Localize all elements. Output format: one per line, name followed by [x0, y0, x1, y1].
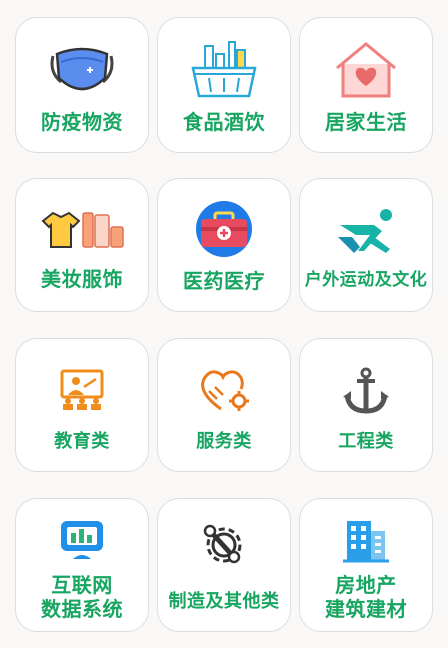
- category-card-education[interactable]: 教育类: [15, 338, 149, 472]
- category-label: 工程类: [338, 431, 394, 452]
- category-label-line-2: 数据系统: [41, 597, 123, 621]
- category-grid: 防疫物资 食品酒饮 居家生活 美妆服饰 医药医疗 户外运动及文化 教育类 服务类…: [0, 0, 448, 648]
- face-mask-icon: [50, 47, 114, 91]
- category-label: 食品酒饮: [183, 110, 265, 134]
- category-label: 防疫物资: [41, 110, 123, 134]
- category-label: 户外运动及文化: [304, 270, 428, 290]
- shopping-basket-icon: [191, 41, 257, 98]
- category-label-line-2: 建筑建材: [325, 597, 407, 621]
- classroom-teacher-icon: [60, 369, 104, 410]
- category-card-internet-data-systems[interactable]: 互联网 数据系统: [15, 498, 149, 632]
- category-card-real-estate-building-materials[interactable]: 房地产 建筑建材: [299, 498, 433, 632]
- category-label: 服务类: [196, 431, 252, 452]
- category-label-line-1: 房地产: [335, 573, 397, 597]
- data-monitor-icon: [61, 521, 103, 559]
- category-label-multiline: 房地产 建筑建材: [300, 573, 432, 621]
- category-label-line-1: 互联网: [51, 573, 113, 597]
- category-label: 教育类: [54, 431, 110, 452]
- category-label: 医药医疗: [183, 269, 265, 293]
- category-label: 美妆服饰: [41, 267, 123, 291]
- category-card-services[interactable]: 服务类: [157, 338, 291, 472]
- category-card-home-living[interactable]: 居家生活: [299, 17, 433, 153]
- house-heart-icon: [336, 42, 396, 98]
- category-card-medicine-medical[interactable]: 医药医疗: [157, 178, 291, 312]
- category-card-manufacturing-other[interactable]: 制造及其他类: [157, 498, 291, 632]
- category-card-epidemic-supplies[interactable]: 防疫物资: [15, 17, 149, 153]
- heart-gear-icon: [201, 370, 249, 411]
- category-card-food-drinks[interactable]: 食品酒饮: [157, 17, 291, 153]
- category-card-engineering[interactable]: 工程类: [299, 338, 433, 472]
- clothes-cosmetics-icon: [41, 211, 124, 248]
- medical-kit-icon: [196, 201, 252, 257]
- building-icon: [343, 521, 389, 563]
- category-label-multiline: 互联网 数据系统: [16, 573, 148, 621]
- running-person-icon: [338, 209, 392, 253]
- category-label: 制造及其他类: [168, 591, 280, 612]
- wrench-gear-icon: [203, 524, 242, 564]
- category-label: 居家生活: [325, 110, 407, 134]
- category-card-beauty-apparel[interactable]: 美妆服饰: [15, 178, 149, 312]
- anchor-icon: [343, 367, 389, 414]
- category-card-outdoor-sports-culture[interactable]: 户外运动及文化: [299, 178, 433, 312]
